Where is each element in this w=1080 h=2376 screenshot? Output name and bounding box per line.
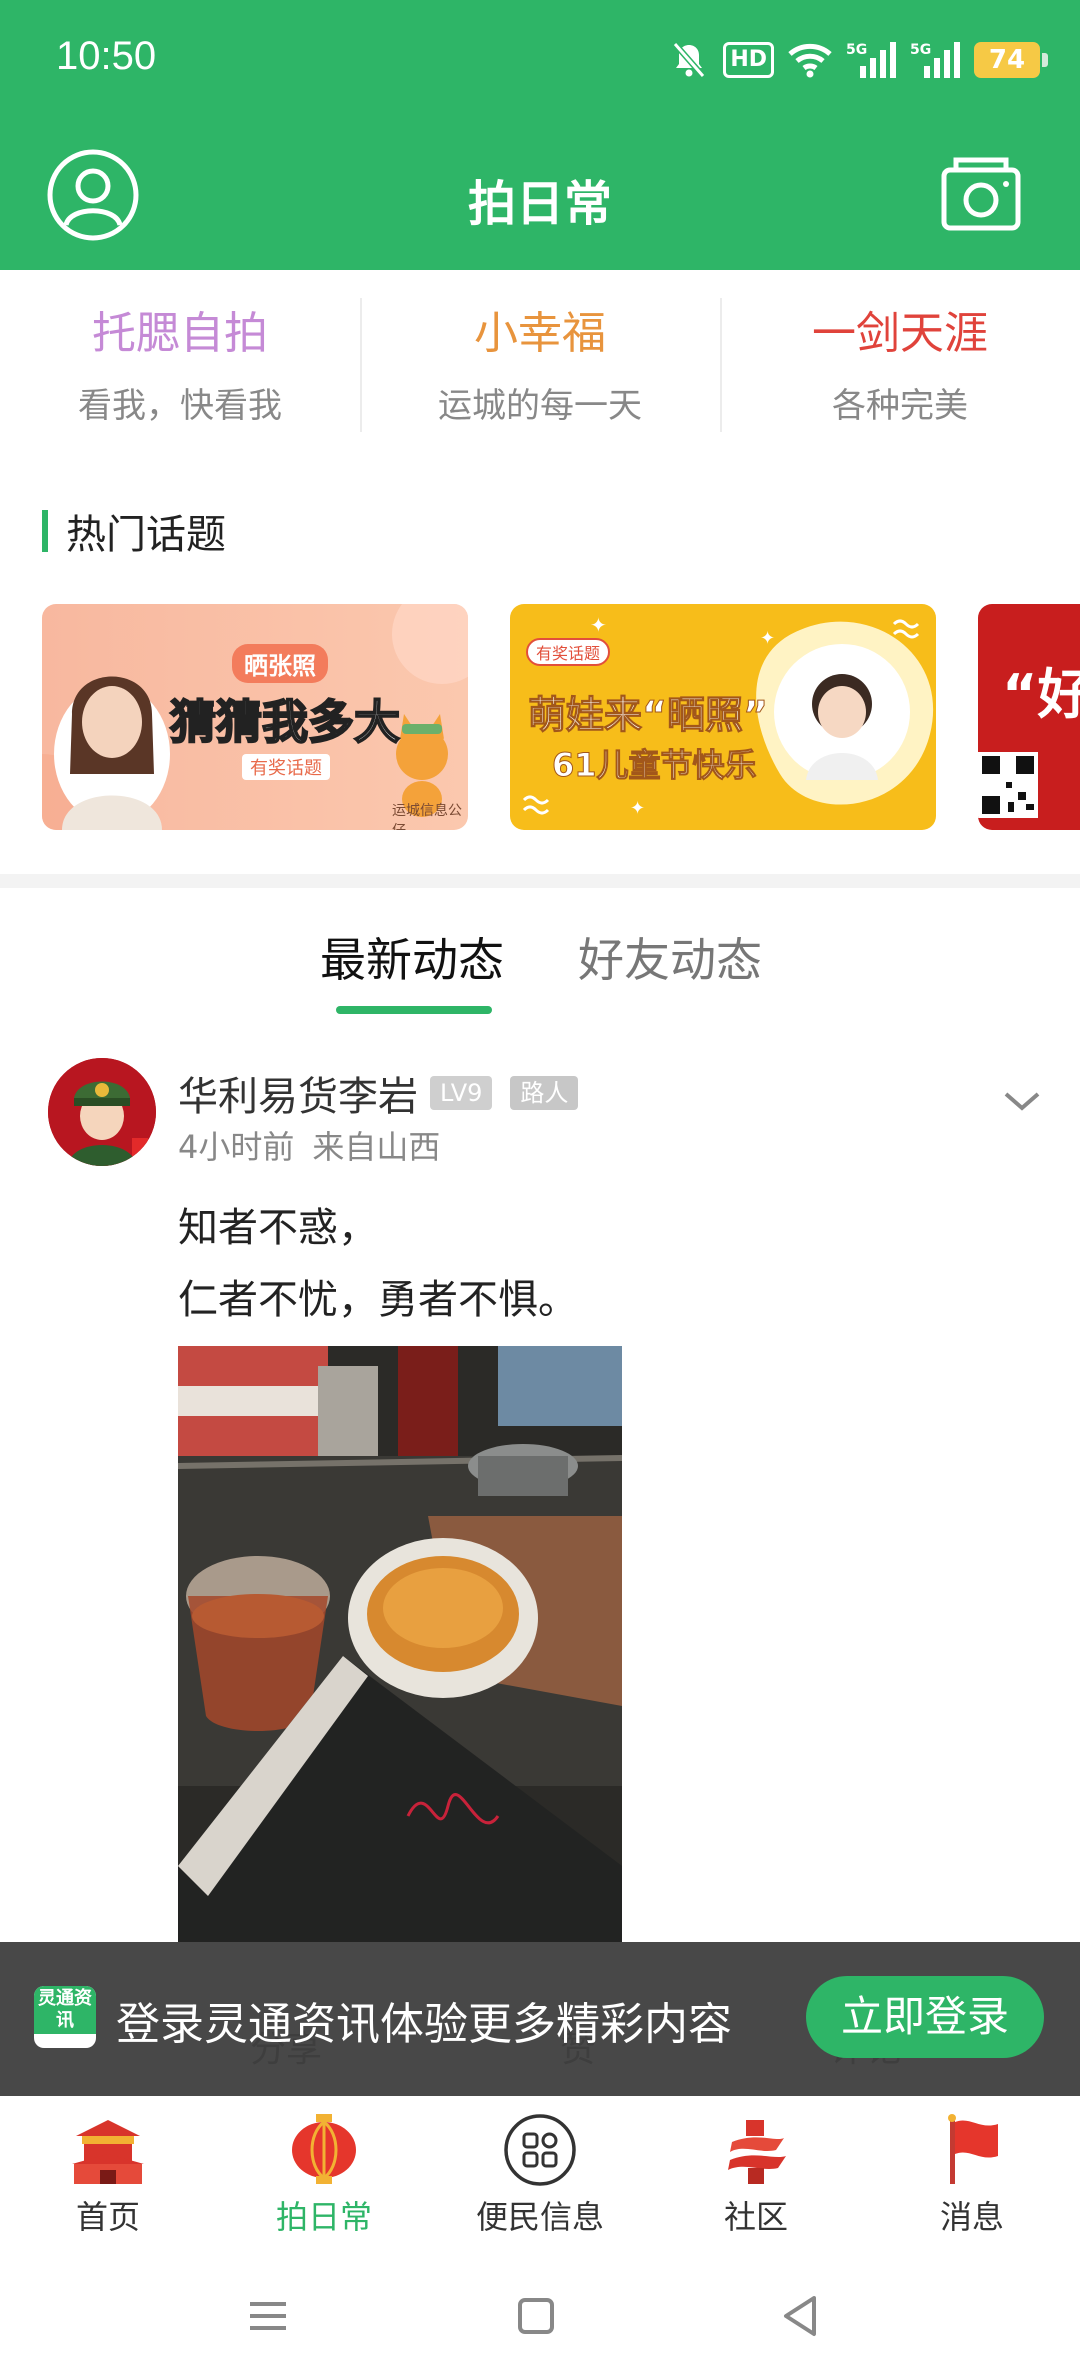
shortcut-sub: 看我，快看我 xyxy=(78,386,282,426)
post-meta: 4小时前 来自山西 xyxy=(178,1122,440,1168)
tab-friends[interactable]: 好友动态 xyxy=(578,924,762,990)
post-photo[interactable] xyxy=(178,1346,622,1942)
page-title: 拍日常 xyxy=(467,176,612,232)
app-header: 拍日常 xyxy=(0,130,1080,260)
post-time: 4小时前 xyxy=(178,1128,295,1166)
banner1-badge: 有奖话题 xyxy=(242,754,330,780)
nav-messages[interactable]: 消息 xyxy=(864,2096,1080,2256)
shortcut-sword[interactable]: 一剑天涯 各种完美 xyxy=(720,270,1080,450)
login-prompt-message: 登录灵通资讯体验更多精彩内容 xyxy=(116,1999,732,2050)
topic-shortcuts: 托腮自拍 看我，快看我 小幸福 运城的每一天 一剑天涯 各种完美 xyxy=(0,270,1080,450)
post-author-name[interactable]: 华利易货李岩 xyxy=(178,1064,418,1122)
wifi-icon xyxy=(788,43,832,78)
battery-icon: 74 xyxy=(974,42,1048,78)
home-square-icon[interactable] xyxy=(506,2286,566,2346)
shortcut-selfie[interactable]: 托腮自拍 看我，快看我 xyxy=(0,270,360,450)
nav-label: 便民信息 xyxy=(475,2198,604,2236)
post-author-avatar[interactable] xyxy=(48,1058,156,1166)
level-badge: LV9 xyxy=(430,1076,493,1110)
svg-text:✦: ✦ xyxy=(630,798,645,819)
app-logo: 灵通资讯 xyxy=(34,1986,96,2048)
top-bar: 10:50 HD 5G 5G 74 拍日常 xyxy=(0,0,1080,270)
camera-icon[interactable] xyxy=(940,154,1022,234)
banner1-headline: 猜猜我多大 xyxy=(169,694,401,750)
shortcut-name: 托腮自拍 xyxy=(92,308,268,359)
topic-banner-carousel[interactable]: 晒张照 猜猜我多大 有奖话题 运城信息公仔 ✦ ✦ ✦ 有奖话题 萌娃来“晒照”… xyxy=(42,604,1080,830)
shortcut-name: 小幸福 xyxy=(474,308,606,359)
hot-topics-label: 热门话题 xyxy=(66,512,226,558)
palace-icon xyxy=(72,2120,144,2184)
post-line-2: 仁者不忧，勇者不惧。 xyxy=(178,1277,578,1323)
status-time: 10:50 xyxy=(56,34,157,78)
section-divider xyxy=(0,874,1080,888)
shortcut-sub: 运城的每一天 xyxy=(438,386,642,426)
nav-label: 消息 xyxy=(939,2198,1004,2236)
bottom-nav: 首页 拍日常 便民信息 社区 消息 xyxy=(0,2096,1080,2256)
svg-text:5G: 5G xyxy=(846,42,867,58)
tower-icon xyxy=(728,2120,786,2184)
nav-community[interactable]: 社区 xyxy=(648,2096,864,2256)
grid-circle-icon xyxy=(504,2114,576,2186)
banner1-footer: 运城信息公仔 xyxy=(392,803,462,830)
banner2-tag: 有奖话题 xyxy=(526,638,611,666)
tea-photo-illustration xyxy=(178,1346,622,1942)
menu-icon[interactable] xyxy=(238,2286,298,2346)
post-location: 来自山西 xyxy=(312,1128,441,1166)
login-prompt-bar: 灵通资讯 登录灵通资讯体验更多精彩内容 立即登录 xyxy=(0,1942,1080,2096)
svg-text:5G: 5G xyxy=(910,42,931,58)
system-navigation-bar xyxy=(0,2256,1080,2376)
svg-text:✦: ✦ xyxy=(760,628,775,649)
post-line-1: 知者不惑， xyxy=(178,1205,378,1251)
shortcut-sub: 各种完美 xyxy=(832,386,968,426)
shortcut-name: 一剑天涯 xyxy=(812,308,988,359)
topic-banner-third[interactable]: “好 xyxy=(978,604,1080,830)
post-content: 知者不惑， 仁者不忧，勇者不惧。 xyxy=(178,1192,578,1336)
status-bar: 10:50 HD 5G 5G 74 xyxy=(0,0,1080,120)
signal-icon: 5G xyxy=(846,42,896,78)
nav-label: 社区 xyxy=(723,2198,788,2236)
feed-tabs: 最新动态 好友动态 xyxy=(0,914,1080,1014)
banner3-headline: “好 xyxy=(1002,663,1080,726)
shortcut-happiness[interactable]: 小幸福 运城的每一天 xyxy=(360,270,720,450)
nav-home[interactable]: 首页 xyxy=(0,2096,216,2256)
tab-latest[interactable]: 最新动态 xyxy=(320,924,504,990)
lantern-icon xyxy=(292,2114,356,2184)
status-icons: HD 5G 5G 74 xyxy=(669,36,1048,84)
svg-text:✦: ✦ xyxy=(590,613,607,637)
banner2-sub: 61儿童节快乐 xyxy=(552,746,758,785)
nav-daily[interactable]: 拍日常 xyxy=(216,2096,432,2256)
mute-bell-icon xyxy=(673,42,706,78)
chevron-down-icon[interactable] xyxy=(1000,1086,1044,1116)
hot-topics-heading: 热门话题 xyxy=(42,508,226,558)
topic-banner-kids-day[interactable]: ✦ ✦ ✦ 有奖话题 萌娃来“晒照” 61儿童节快乐 xyxy=(510,604,936,830)
heading-accent-bar xyxy=(42,510,48,552)
signal-icon-2: 5G xyxy=(910,42,960,78)
qr-code-icon xyxy=(978,752,1038,818)
flag-icon xyxy=(948,2114,998,2184)
banner1-tag: 晒张照 xyxy=(232,644,328,683)
nav-services[interactable]: 便民信息 xyxy=(432,2096,648,2256)
topic-banner-guess-age[interactable]: 晒张照 猜猜我多大 有奖话题 运城信息公仔 xyxy=(42,604,468,830)
banner2-headline: 萌娃来“晒照” xyxy=(528,693,769,738)
back-triangle-icon[interactable] xyxy=(770,2286,830,2346)
role-badge: 路人 xyxy=(510,1076,579,1110)
app-logo-text: 灵通资讯 xyxy=(34,1986,96,2034)
nav-label: 首页 xyxy=(75,2198,140,2236)
post-author-info: 华利易货李岩 LV9 路人 xyxy=(178,1064,579,1122)
login-button[interactable]: 立即登录 xyxy=(806,1976,1044,2058)
active-tab-indicator xyxy=(336,1006,492,1014)
nav-label: 拍日常 xyxy=(275,2198,372,2236)
soldier-avatar-icon xyxy=(48,1058,156,1166)
hd-icon: HD xyxy=(723,42,774,78)
